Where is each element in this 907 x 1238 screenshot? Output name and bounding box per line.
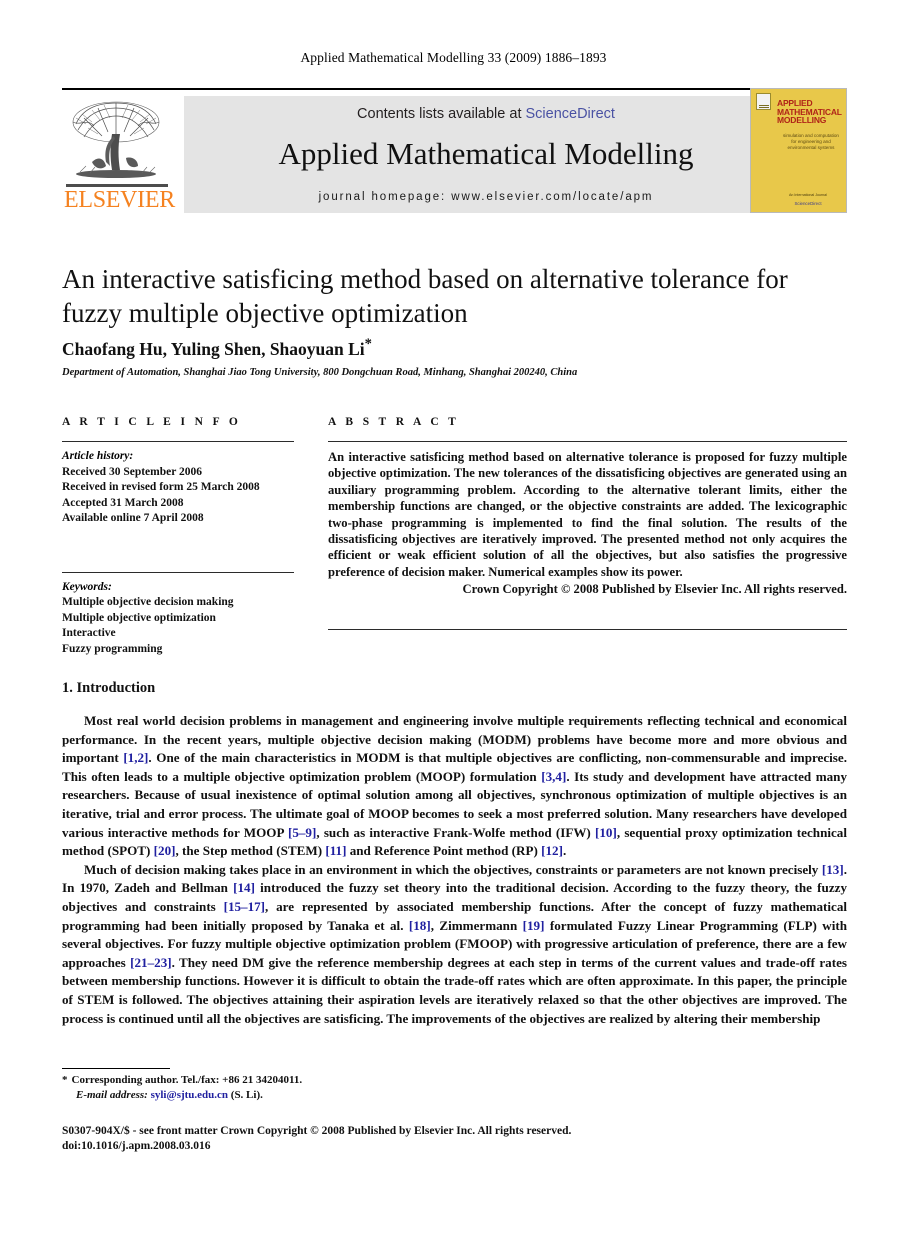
corresponding-author-marker: * xyxy=(364,336,372,352)
email-link[interactable]: syli@sjtu.edu.cn xyxy=(151,1089,228,1101)
article-info-column: A R T I C L E I N F O Article history: R… xyxy=(62,416,294,657)
section-body: Most real world decision problems in man… xyxy=(62,712,847,1028)
footnote-star-marker: * xyxy=(62,1074,68,1086)
footer-block: S0307-904X/$ - see front matter Crown Co… xyxy=(62,1124,762,1154)
doi-line[interactable]: doi:10.1016/j.apm.2008.03.016 xyxy=(62,1139,762,1154)
history-item: Received in revised form 25 March 2008 xyxy=(62,481,260,493)
footnote-rule xyxy=(62,1068,170,1069)
article-info-heading: A R T I C L E I N F O xyxy=(62,416,242,428)
cover-sciencedirect-logo: ScienceDirect xyxy=(794,201,822,206)
citation-link[interactable]: [21–23] xyxy=(130,955,171,970)
keywords-rule xyxy=(62,571,294,573)
abstract-bottom-rule xyxy=(328,629,847,630)
contents-available-line: Contents lists available at ScienceDirec… xyxy=(184,106,788,122)
masthead-band: Contents lists available at ScienceDirec… xyxy=(184,96,788,213)
section-heading-introduction: 1. Introduction xyxy=(62,680,156,696)
footnote-block: * Corresponding author. Tel./fax: +86 21 … xyxy=(62,1073,582,1102)
elsevier-logo: ELSEVIER xyxy=(62,96,175,213)
history-item: Received 30 September 2006 xyxy=(62,465,202,478)
text-run: , Zimmermann xyxy=(430,917,523,933)
citation-link[interactable]: [13] xyxy=(822,862,844,877)
history-item: Available online 7 April 2008 xyxy=(62,512,204,524)
cover-footer-text: An International Journal xyxy=(789,193,827,197)
text-run: and Reference Point method (RP) xyxy=(346,843,542,859)
text-run: , such as interactive Frank-Wolfe method… xyxy=(316,824,596,840)
sciencedirect-link[interactable]: ScienceDirect xyxy=(526,106,615,122)
author-list: Chaofang Hu, Yuling Shen, Shaoyuan Li* xyxy=(62,336,792,360)
paragraph-1: Most real world decision problems in man… xyxy=(62,712,847,861)
elsevier-wordmark: ELSEVIER xyxy=(64,187,175,213)
text-run: Much of decision making takes place in a… xyxy=(84,861,822,877)
abstract-body: An interactive satisficing method based … xyxy=(328,450,847,579)
history-item: Accepted 31 March 2008 xyxy=(62,496,184,509)
text-run: , the Step method (STEM) xyxy=(175,843,326,859)
page-title: An interactive satisficing method based … xyxy=(62,264,788,328)
cover-publisher-badge-icon xyxy=(756,93,771,110)
abstract-rule xyxy=(328,441,847,442)
keyword-item: Multiple objective decision making xyxy=(62,596,234,608)
keyword-item: Multiple objective optimization xyxy=(62,611,216,624)
journal-homepage-link[interactable]: journal homepage: www.elsevier.com/locat… xyxy=(184,191,788,203)
contents-prefix: Contents lists available at xyxy=(357,106,526,122)
citation-link[interactable]: [20] xyxy=(154,843,176,858)
abstract-heading: A B S T R A C T xyxy=(328,416,460,428)
abstract-copyright: Crown Copyright © 2008 Published by Else… xyxy=(462,582,847,597)
article-info-rule xyxy=(62,441,294,442)
citation-link[interactable]: [1,2] xyxy=(123,750,148,765)
citation-link[interactable]: [5–9] xyxy=(288,825,316,840)
journal-cover-thumbnail: APPLIED MATHEMATICAL MODELLING simulatio… xyxy=(750,88,847,213)
citation-link[interactable]: [12] xyxy=(541,843,563,858)
info-abstract-block: A R T I C L E I N F O Article history: R… xyxy=(62,416,847,655)
author-names: Chaofang Hu, Yuling Shen, Shaoyuan Li xyxy=(62,338,365,359)
text-run: . They need DM give the reference member… xyxy=(62,954,847,1026)
keywords-label: Keywords: xyxy=(62,580,112,593)
cover-title: APPLIED MATHEMATICAL MODELLING xyxy=(777,98,842,125)
paper-page: Applied Mathematical Modelling 33 (2009)… xyxy=(0,0,907,1238)
issn-line: S0307-904X/$ - see front matter Crown Co… xyxy=(62,1125,572,1137)
keyword-item: Fuzzy programming xyxy=(62,642,163,655)
masthead-top-rule xyxy=(62,88,847,90)
cover-subtitle: simulation and computation for engineeri… xyxy=(783,133,839,150)
journal-title: Applied Mathematical Modelling xyxy=(278,136,694,171)
email-label: E-mail address: xyxy=(76,1088,148,1101)
corresponding-author-note: * Corresponding author. Tel./fax: +86 21 … xyxy=(62,1073,582,1088)
article-history-label: Article history: xyxy=(62,450,134,462)
email-owner: (S. Li). xyxy=(230,1088,263,1101)
running-head: Applied Mathematical Modelling 33 (2009)… xyxy=(300,50,607,65)
text-run: . xyxy=(562,843,567,859)
citation-link[interactable]: [19] xyxy=(523,918,545,933)
citation-link[interactable]: [14] xyxy=(233,880,255,895)
keyword-item: Interactive xyxy=(62,627,116,639)
abstract-column: A B S T R A C T An interactive satisfici… xyxy=(328,416,847,598)
affiliation: Department of Automation, Shanghai Jiao … xyxy=(62,367,578,378)
elsevier-tree-icon xyxy=(72,101,160,178)
citation-link[interactable]: [10] xyxy=(595,825,617,840)
citation-link[interactable]: [18] xyxy=(409,918,431,933)
paragraph-2: Much of decision making takes place in a… xyxy=(62,861,847,1028)
citation-link[interactable]: [3,4] xyxy=(541,769,566,784)
journal-masthead: ELSEVIER Contents lists available at Sci… xyxy=(62,88,847,213)
citation-link[interactable]: [15–17] xyxy=(224,899,265,914)
email-note: E-mail address: syli@sjtu.edu.cn (S. Li)… xyxy=(62,1088,582,1103)
corresponding-author-text: Corresponding author. Tel./fax: +86 21 3… xyxy=(71,1074,303,1086)
citation-link[interactable]: [11] xyxy=(325,843,346,858)
